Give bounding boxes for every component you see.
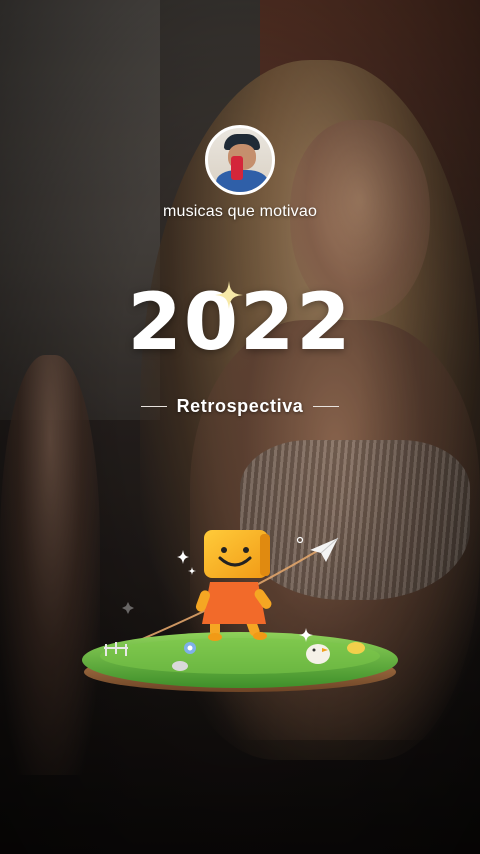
recap-subtitle: Retrospectiva: [176, 396, 304, 416]
divider-left: [140, 405, 167, 408]
divider-right: [313, 405, 340, 408]
sparkle-icon: [215, 281, 243, 309]
paper-plane-icon: [310, 537, 339, 562]
recap-overlay: musicas que motivao 2022 Retrospectiva: [0, 0, 480, 854]
subtitle-row: Retrospectiva: [0, 396, 480, 417]
mascot-scene: [70, 520, 410, 710]
profile-avatar[interactable]: [205, 125, 275, 195]
profile-name[interactable]: musicas que motivao: [0, 203, 480, 221]
mascot-scene-illustration: [82, 530, 398, 692]
